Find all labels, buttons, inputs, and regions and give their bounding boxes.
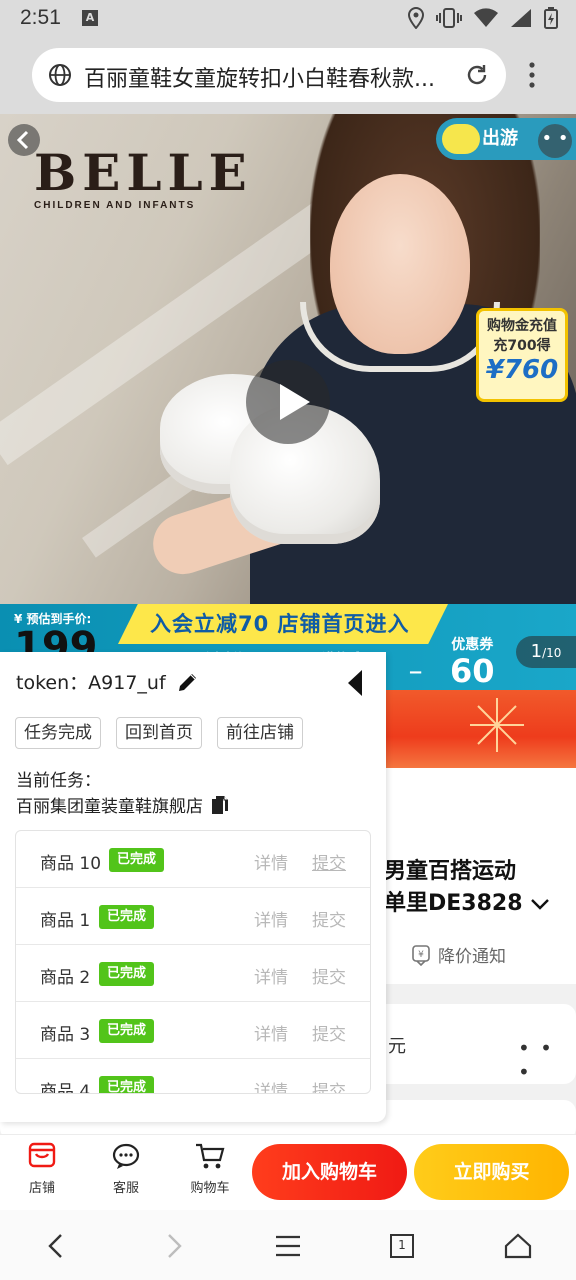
status-badge: 已完成	[109, 848, 165, 872]
signal-icon	[511, 9, 531, 27]
current-task-store: 百丽集团童装童鞋旗舰店	[16, 792, 229, 817]
item-name: 商品 10	[40, 854, 102, 874]
globe-icon	[49, 64, 71, 86]
go-to-store-button[interactable]: 前往店铺	[217, 717, 303, 749]
item-submit-link[interactable]: 提交	[312, 1020, 346, 1045]
item-name: 商品 1	[40, 911, 91, 931]
play-video-button[interactable]	[246, 360, 330, 444]
product-title: 男童百搭运动 单里DE3828	[384, 856, 550, 920]
more-button[interactable]: • •	[538, 124, 572, 158]
collapse-panel-icon[interactable]	[348, 670, 362, 696]
status-bar: 2:51 A	[0, 0, 576, 36]
status-badge: 已完成	[99, 1019, 155, 1043]
item-submit-link[interactable]: 提交	[312, 963, 346, 988]
task-complete-button[interactable]: 任务完成	[15, 717, 101, 749]
tab-count: 1	[398, 1238, 406, 1252]
token-row: token：A917_uf	[16, 668, 200, 695]
browser-toolbar: 百丽童鞋女童旋转扣小白鞋春秋款...	[0, 36, 576, 114]
url-bar[interactable]: 百丽童鞋女童旋转扣小白鞋春秋款...	[32, 48, 506, 102]
notification-icon: A	[82, 10, 98, 26]
item-detail-link[interactable]: 详情	[254, 906, 288, 931]
item-submit-link[interactable]: 提交	[312, 906, 346, 931]
task-item-list[interactable]: 商品 10 已完成 详情 提交 商品 1 已完成 详情 提交 商品 2 已完成 …	[15, 830, 371, 1094]
item-name: 商品 4	[40, 1082, 91, 1094]
status-badge: 已完成	[99, 1076, 155, 1093]
browser-nav-bar: 1	[0, 1210, 576, 1280]
coupon-more[interactable]: • • •	[518, 1036, 576, 1084]
reload-icon[interactable]	[464, 62, 490, 88]
brand-logo: BELLE CHILDREN AND INFANTS	[34, 143, 253, 212]
list-item: 商品 2 已完成 详情 提交	[16, 945, 370, 1002]
add-to-cart-button[interactable]: 加入购物车	[252, 1144, 407, 1200]
list-item: 商品 4 已完成 详情 提交	[16, 1059, 370, 1094]
item-detail-link[interactable]: 详情	[254, 1020, 288, 1045]
coupon-amount-text: 元	[388, 1036, 406, 1057]
cart-icon	[196, 1143, 225, 1169]
current-task-label: 当前任务：	[16, 771, 101, 791]
status-badge: 已完成	[99, 905, 155, 929]
wifi-icon	[474, 8, 498, 27]
location-icon	[408, 7, 424, 29]
copy-icon[interactable]	[211, 795, 229, 815]
promo-tag[interactable]: 购物金充值 充700得 ¥760	[476, 308, 568, 402]
task-button-row: 任务完成 回到首页 前往店铺	[15, 717, 303, 749]
chevron-left-icon	[48, 1234, 62, 1258]
price-tag-icon: ¥	[412, 944, 430, 966]
buy-now-button[interactable]: 立即购买	[414, 1144, 569, 1200]
status-badge: 已完成	[99, 962, 155, 986]
nav-tabs-button[interactable]: 1	[382, 1230, 422, 1262]
item-name: 商品 2	[40, 968, 91, 988]
battery-icon	[544, 7, 558, 29]
back-to-home-button[interactable]: 回到首页	[116, 717, 202, 749]
hamburger-icon	[276, 1235, 300, 1257]
token-label: token：	[16, 672, 89, 694]
purchase-action-bar: 店铺 客服 购物车 加入购物车 立即购买	[0, 1134, 576, 1210]
svg-text:¥: ¥	[418, 950, 424, 960]
nav-forward-button[interactable]	[154, 1230, 194, 1262]
vibrate-icon	[436, 8, 462, 28]
screen: 2:51 A 百丽童鞋女童旋转扣小白鞋春秋款... BELLE CHILDREN…	[0, 0, 576, 1280]
item-name: 商品 3	[40, 1025, 91, 1045]
list-item: 商品 1 已完成 详情 提交	[16, 888, 370, 945]
price-strip-title: 入会立减70 店铺首页进入	[150, 612, 410, 636]
nav-menu-button[interactable]	[268, 1230, 308, 1262]
item-detail-link[interactable]: 详情	[254, 849, 288, 874]
status-icons	[408, 6, 558, 30]
edit-pencil-icon[interactable]	[176, 670, 200, 694]
chat-icon	[112, 1143, 140, 1169]
coupon-block: 优惠券 60	[450, 637, 495, 690]
list-item: 商品 3 已完成 详情 提交	[16, 1002, 370, 1059]
back-button[interactable]	[8, 124, 40, 156]
status-time: 2:51	[20, 6, 61, 29]
minus-sign: −	[408, 662, 424, 683]
item-detail-link[interactable]: 详情	[254, 963, 288, 988]
list-item: 商品 10 已完成 详情 提交	[16, 831, 370, 888]
home-icon	[504, 1233, 532, 1259]
token-value: A917_uf	[88, 672, 166, 694]
store-icon	[28, 1142, 56, 1168]
menu-dots-icon[interactable]	[528, 62, 536, 88]
url-title: 百丽童鞋女童旋转扣小白鞋春秋款...	[84, 67, 435, 92]
gallery-page-counter: 1/10	[516, 636, 576, 668]
chevron-right-icon	[168, 1234, 182, 1258]
nav-back-button[interactable]	[36, 1230, 76, 1262]
price-alert-button[interactable]: ¥ 降价通知	[410, 942, 506, 967]
cloud-icon	[442, 124, 480, 154]
product-gallery[interactable]: BELLE CHILDREN AND INFANTS 出游 • • 购物金充值 …	[0, 114, 576, 690]
nav-home-button[interactable]	[498, 1230, 538, 1262]
task-overlay-panel: token：A917_uf 任务完成 回到首页 前往店铺 当前任务： 百丽集团童…	[0, 652, 386, 1122]
cart-button[interactable]: 购物车	[180, 1141, 240, 1196]
item-submit-link[interactable]: 提交	[312, 1077, 346, 1093]
firework-icon	[470, 698, 524, 752]
chevron-left-icon	[16, 130, 29, 150]
item-detail-link[interactable]: 详情	[254, 1077, 288, 1093]
chevron-down-icon[interactable]	[530, 897, 550, 911]
customer-service-button[interactable]: 客服	[96, 1141, 156, 1196]
item-submit-link[interactable]: 提交	[312, 849, 346, 874]
store-button[interactable]: 店铺	[12, 1141, 72, 1196]
